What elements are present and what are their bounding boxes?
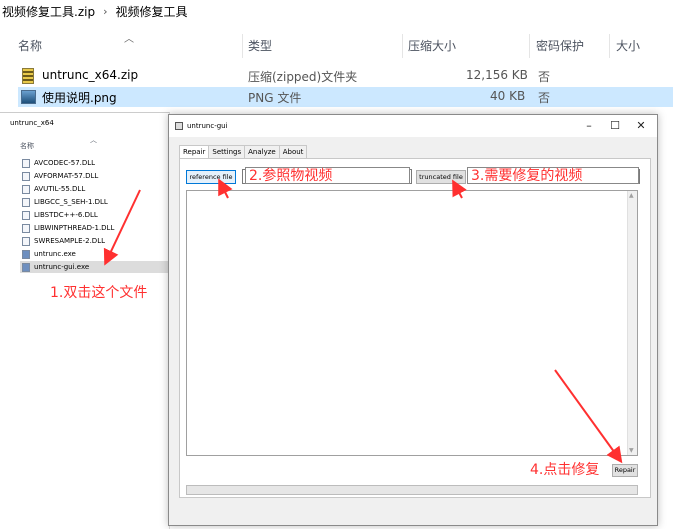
chevron-right-icon: › [103, 4, 108, 18]
list-item[interactable]: AVCODEC-57.DLL [20, 157, 170, 169]
column-type[interactable]: 类型 [248, 34, 403, 58]
column-header-row: ︿ 名称 类型 压缩大小 密码保护 大小 [0, 34, 673, 58]
folder-title: untrunc_x64 [10, 119, 54, 127]
file-row[interactable]: untrunc_x64.zip 压缩(zipped)文件夹 12,156 KB … [18, 66, 673, 86]
dll-icon [22, 211, 30, 220]
tab-analyze[interactable]: Analyze [244, 145, 280, 159]
column-compressed-size[interactable]: 压缩大小 [408, 34, 530, 58]
dll-icon [22, 159, 30, 168]
dll-icon [22, 237, 30, 246]
file-name: untrunc_x64.zip [42, 68, 139, 82]
exe-icon [22, 263, 30, 272]
list-item[interactable]: LIBGCC_S_SEH-1.DLL [20, 196, 170, 208]
annotation-step1: 1.双击这个文件 [50, 285, 148, 301]
list-item-untrunc-gui[interactable]: untrunc-gui.exe [20, 261, 170, 273]
list-item[interactable]: SWRESAMPLE-2.DLL [20, 235, 170, 247]
close-button[interactable]: ✕ [631, 118, 651, 134]
title-bar[interactable]: untrunc-gui – ☐ ✕ [169, 115, 657, 137]
column-name[interactable]: 名称 ︿ [20, 136, 97, 151]
file-type: 压缩(zipped)文件夹 [248, 70, 358, 84]
column-size[interactable]: 大小 [616, 34, 673, 58]
scroll-up-icon[interactable]: ▲ [629, 192, 634, 199]
annotation-step4: 4.点击修复 [530, 462, 600, 478]
annotation-step3: 3.需要修复的视频 [467, 167, 639, 184]
column-name[interactable]: 名称 [18, 34, 243, 58]
dll-icon [22, 224, 30, 233]
folder-pane: untrunc_x64 名称 ︿ AVCODEC-57.DLL AVFORMAT-… [0, 112, 170, 529]
file-protected: 否 [538, 91, 551, 105]
maximize-button[interactable]: ☐ [605, 118, 625, 134]
breadcrumb: 视频修复工具.zip › 视频修复工具 [0, 0, 673, 22]
exe-icon [22, 250, 30, 259]
file-protected: 否 [538, 70, 551, 84]
annotation-step2: 2.参照物视频 [245, 167, 410, 184]
dll-icon [22, 185, 30, 194]
tab-settings[interactable]: Settings [208, 145, 246, 159]
breadcrumb-folder[interactable]: 视频修复工具 [115, 3, 187, 20]
truncated-file-button[interactable]: truncated file [416, 170, 466, 184]
list-item[interactable]: AVFORMAT-57.DLL [20, 170, 170, 182]
list-item[interactable]: LIBSTDC++-6.DLL [20, 209, 170, 221]
png-icon [21, 90, 36, 104]
file-size: 12,156 KB [466, 68, 528, 82]
list-item[interactable]: LIBWINPTHREAD-1.DLL [20, 222, 170, 234]
file-name: 使用说明.png [42, 91, 117, 105]
file-type: PNG 文件 [248, 91, 302, 105]
list-item[interactable]: AVUTIL-55.DLL [20, 183, 170, 195]
progress-bar [186, 485, 638, 495]
sort-up-icon: ︿ [90, 136, 97, 144]
minimize-button[interactable]: – [579, 118, 599, 134]
repair-button[interactable]: Repair [612, 464, 638, 477]
column-password[interactable]: 密码保护 [536, 34, 610, 58]
tab-bar: Repair Settings Analyze About [179, 145, 308, 160]
list-item[interactable]: untrunc.exe [20, 248, 170, 260]
reference-file-button[interactable]: reference file [186, 170, 236, 184]
log-textarea[interactable]: ▲ ▼ [186, 190, 638, 456]
file-row[interactable]: 使用说明.png PNG 文件 40 KB 否 [18, 87, 673, 107]
scroll-down-icon[interactable]: ▼ [629, 447, 634, 454]
file-size: 40 KB [490, 89, 526, 103]
dll-icon [22, 172, 30, 181]
zip-icon [22, 68, 34, 84]
scrollbar[interactable]: ▲ ▼ [627, 191, 637, 455]
tab-about[interactable]: About [278, 145, 308, 159]
window-title: untrunc-gui [187, 122, 228, 130]
dll-icon [22, 198, 30, 207]
app-icon [175, 122, 183, 130]
repair-panel: reference file truncated file ▲ ▼ Repair [179, 158, 651, 498]
breadcrumb-zip[interactable]: 视频修复工具.zip [2, 3, 95, 20]
